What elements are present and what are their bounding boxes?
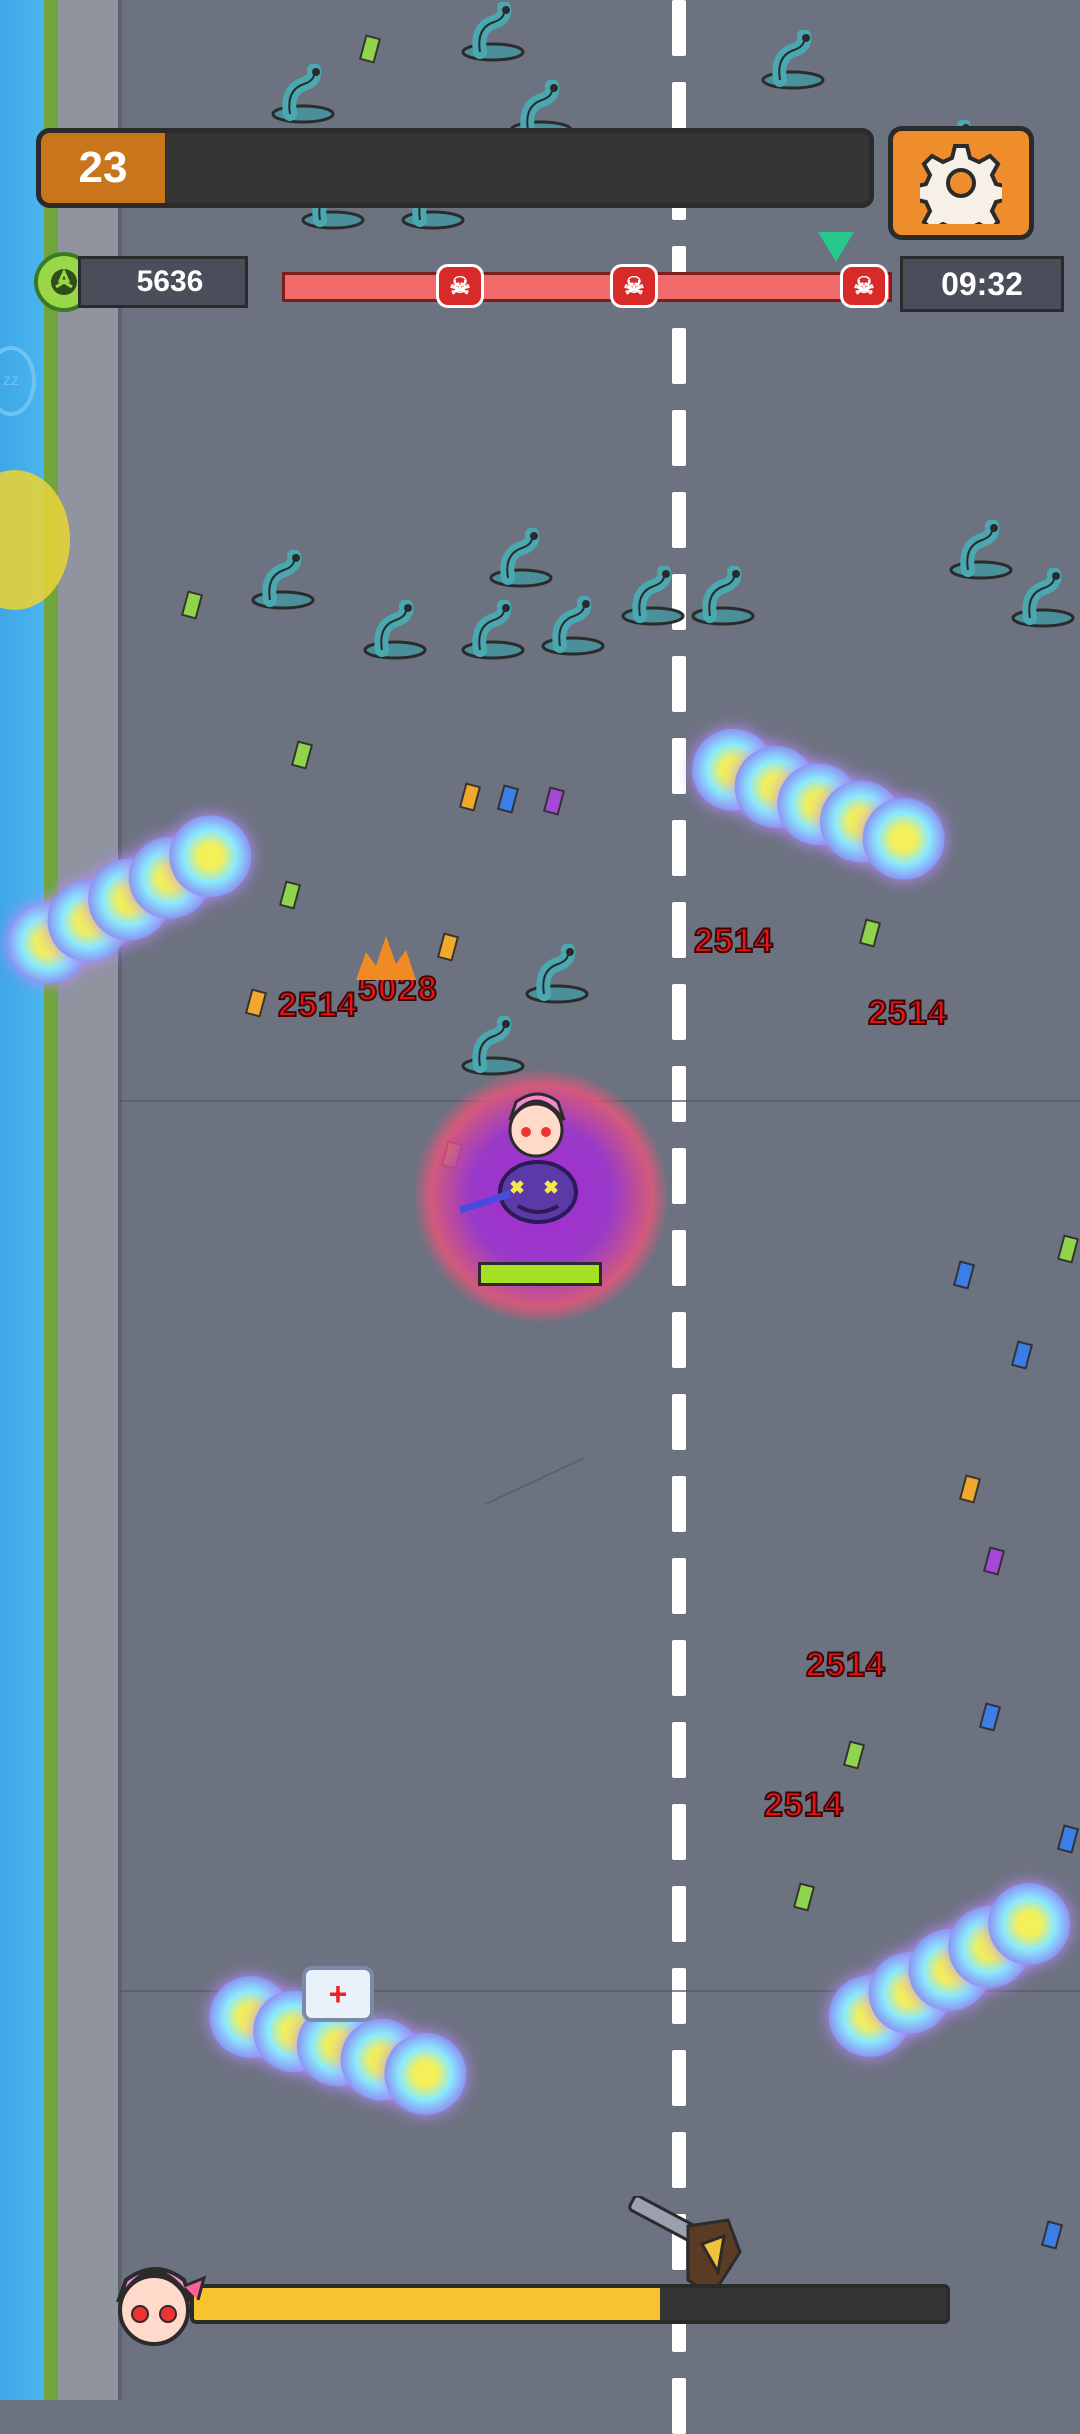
- lane-dash: [672, 2132, 686, 2188]
- lane-dash: [672, 984, 686, 1040]
- survival-timer: 09:32: [900, 256, 1064, 312]
- xp-gem-icon: [958, 1474, 982, 1504]
- xp-gem-icon: [978, 1702, 1002, 1732]
- snake-enemy: [489, 528, 553, 588]
- snake-enemy: [541, 596, 605, 656]
- player-character[interactable]: [440, 1070, 610, 1240]
- skull-icon: ☠: [840, 264, 888, 308]
- lane-dash: [672, 2378, 686, 2434]
- lane-dash: [672, 1394, 686, 1450]
- snake-enemy: [691, 566, 755, 626]
- damage-number: 2514: [763, 1785, 844, 1825]
- skull-icon: ☠: [436, 264, 484, 308]
- xp-gem-icon: [982, 1546, 1006, 1576]
- hit-spark-icon: [356, 936, 416, 980]
- damage-number: 2514: [867, 993, 948, 1033]
- road-crack: [484, 1456, 586, 1506]
- orb-chain-attack: [813, 1867, 1080, 2073]
- xp-gem-icon: [358, 34, 382, 64]
- xp-gem-icon: [496, 784, 520, 814]
- lane-dash: [672, 1558, 686, 1614]
- boss-progress-fill: [194, 2288, 661, 2320]
- xp-gem-icon: [458, 782, 482, 812]
- xp-gem-icon: [290, 740, 314, 770]
- snake-enemy: [949, 520, 1013, 580]
- snake-enemy: [761, 30, 825, 90]
- lane-dash: [672, 1312, 686, 1368]
- hero-portrait-icon: [116, 2267, 206, 2346]
- coin-counter: 5636: [78, 256, 248, 308]
- xp-gem-icon: [436, 932, 460, 962]
- lane-dash: [672, 820, 686, 876]
- stone-wall: [58, 0, 122, 2400]
- damage-number: 2514: [805, 1645, 886, 1685]
- snake-enemy: [1011, 568, 1075, 628]
- medkit-icon[interactable]: +: [302, 1966, 374, 2022]
- lane-dash: [672, 1066, 686, 1122]
- snake-enemy: [251, 550, 315, 610]
- level-badge: 23: [36, 128, 170, 208]
- xp-gem-icon: [278, 880, 302, 910]
- snake-enemy: [461, 2, 525, 62]
- xp-gem-icon: [858, 918, 882, 948]
- lane-dash: [672, 0, 686, 56]
- snake-enemy: [461, 1016, 525, 1076]
- lane-dash: [672, 1230, 686, 1286]
- lane-dash: [672, 492, 686, 548]
- orb-chain-attack: [679, 716, 957, 893]
- lane-dash: [672, 1722, 686, 1778]
- lane-dash: [672, 1148, 686, 1204]
- lane-dash: [672, 1886, 686, 1942]
- player-health-bar: [478, 1262, 602, 1286]
- xp-gem-icon: [244, 988, 268, 1018]
- triangle-marker-icon: [818, 232, 854, 262]
- xp-gem-icon: [180, 590, 204, 620]
- lane-dash: [672, 1804, 686, 1860]
- lane-dash: [672, 328, 686, 384]
- gear-icon: [920, 144, 1002, 224]
- lane-dash: [672, 1640, 686, 1696]
- xp-gem-icon: [1010, 1340, 1034, 1370]
- lane-dash: [672, 656, 686, 712]
- xp-gem-icon: [952, 1260, 976, 1290]
- skull-icon: ☠: [610, 264, 658, 308]
- lane-dash: [672, 1476, 686, 1532]
- damage-number: 2514: [693, 921, 774, 961]
- lane-dash: [672, 738, 686, 794]
- player-health-fill: [481, 1265, 599, 1283]
- snake-enemy: [525, 944, 589, 1004]
- xp-gem-icon: [792, 1882, 816, 1912]
- wave-progress-bar: [282, 272, 892, 302]
- snake-enemy: [621, 566, 685, 626]
- lane-dash: [672, 2050, 686, 2106]
- xp-gem-icon: [1056, 1824, 1080, 1854]
- skull-coin-icon: [51, 268, 77, 295]
- xp-gem-icon: [1040, 2220, 1064, 2250]
- settings-button[interactable]: [888, 126, 1034, 240]
- xp-gem-icon: [842, 1740, 866, 1770]
- damage-number: 2514: [277, 985, 358, 1025]
- xp-gem-icon: [1056, 1234, 1080, 1264]
- xp-gem-icon: [542, 786, 566, 816]
- lane-dash: [672, 1968, 686, 2024]
- battlefield: zz 2514 5028 2514 2514 2514 2514 +: [0, 0, 1080, 2434]
- lane-dash: [672, 410, 686, 466]
- lane-dash: [672, 902, 686, 958]
- boss-progress-bar: [190, 2284, 950, 2324]
- snake-enemy: [271, 64, 335, 124]
- xp-bar: [166, 128, 874, 208]
- snake-enemy: [363, 600, 427, 660]
- snake-enemy: [461, 600, 525, 660]
